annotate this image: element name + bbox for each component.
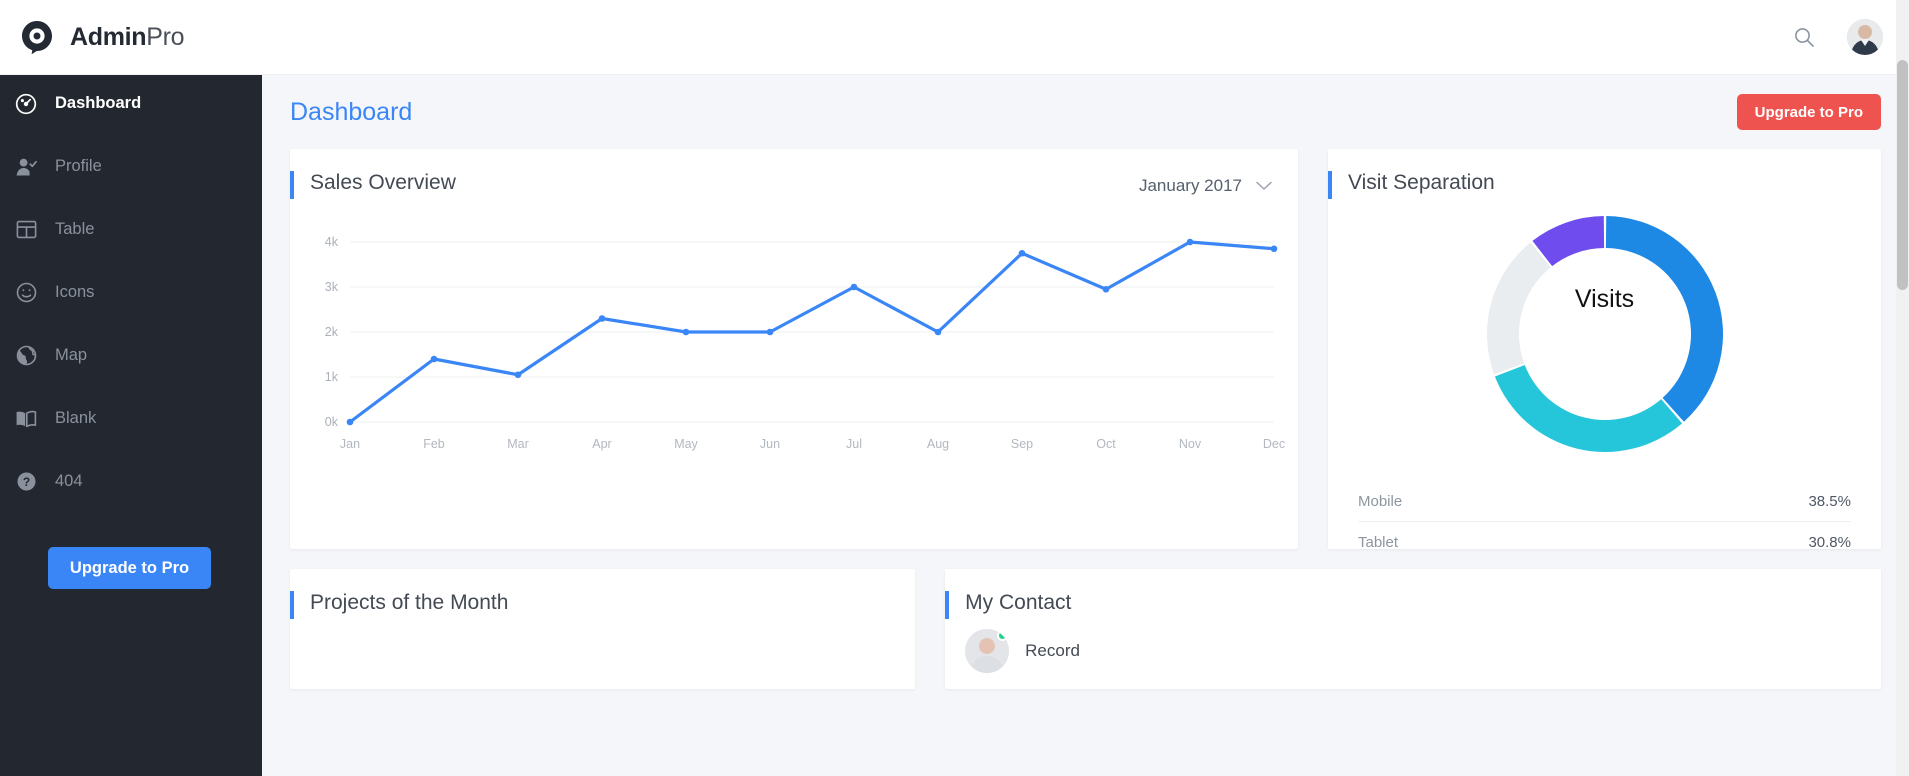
visit-separation-card: Visit Separation Visits Mobile 38.5% Tab… bbox=[1328, 149, 1881, 551]
sidebar-item-profile[interactable]: Profile bbox=[0, 147, 262, 186]
svg-text:Mar: Mar bbox=[507, 437, 529, 451]
globe-icon bbox=[14, 344, 38, 368]
svg-text:0k: 0k bbox=[325, 415, 339, 429]
upgrade-to-pro-button[interactable]: Upgrade to Pro bbox=[1736, 94, 1881, 130]
user-check-icon bbox=[14, 155, 38, 179]
svg-text:Nov: Nov bbox=[1179, 437, 1202, 451]
sidebar-item-label: 404 bbox=[55, 472, 83, 490]
sidebar-item-404[interactable]: ? 404 bbox=[0, 462, 262, 501]
top-navbar: AdminPro bbox=[0, 0, 1909, 75]
svg-text:2k: 2k bbox=[325, 325, 339, 339]
user-avatar[interactable] bbox=[1847, 19, 1883, 55]
smiley-face-icon bbox=[14, 281, 38, 305]
svg-text:Jan: Jan bbox=[340, 437, 360, 451]
svg-text:1k: 1k bbox=[325, 370, 339, 384]
open-book-icon bbox=[14, 407, 38, 431]
dashboard-row-2: Projects of the Month My Contact Record bbox=[262, 569, 1909, 689]
svg-text:Dec: Dec bbox=[1263, 437, 1285, 451]
sidebar-item-table[interactable]: Table bbox=[0, 210, 262, 249]
svg-text:3k: 3k bbox=[325, 280, 339, 294]
page-header: Dashboard Upgrade to Pro bbox=[262, 75, 1909, 149]
svg-text:?: ? bbox=[22, 475, 29, 489]
sales-overview-title: Sales Overview bbox=[290, 149, 456, 199]
card-title-text: My Contact bbox=[965, 591, 1072, 614]
page-title: Dashboard bbox=[290, 97, 413, 126]
svg-text:4k: 4k bbox=[325, 235, 339, 249]
sidebar-item-icons[interactable]: Icons bbox=[0, 273, 262, 312]
donut-center-label: Visits bbox=[1574, 285, 1635, 313]
online-status-dot bbox=[997, 630, 1009, 641]
projects-of-month-card: Projects of the Month bbox=[290, 569, 916, 689]
question-circle-icon: ? bbox=[14, 470, 38, 494]
app-root: AdminPro Dashboard Profile Table Icons M… bbox=[0, 0, 1909, 776]
visit-stat-label: Tablet bbox=[1358, 534, 1399, 551]
card-title-text: Projects of the Month bbox=[310, 591, 509, 614]
donut-segment[interactable] bbox=[1605, 216, 1723, 422]
svg-text:Jul: Jul bbox=[846, 437, 862, 451]
dashboard-row-1: Sales Overview January 2017 0k 1k 2k 3k 4k Ja… bbox=[262, 149, 1909, 551]
sidebar-item-map[interactable]: Map bbox=[0, 336, 262, 375]
sidebar-item-label: Table bbox=[55, 220, 95, 238]
contact-avatar bbox=[965, 629, 1010, 673]
brand-logo-area[interactable]: AdminPro bbox=[0, 18, 262, 56]
sales-card-header: Sales Overview January 2017 bbox=[290, 149, 1298, 199]
card-title-text: Visit Separation bbox=[1348, 171, 1495, 194]
brand-title: AdminPro bbox=[70, 22, 185, 52]
visit-separation-title: Visit Separation bbox=[1328, 149, 1495, 199]
contact-list-item[interactable]: Record bbox=[945, 615, 1881, 673]
visit-stat-row: Tablet 30.8% bbox=[1358, 522, 1851, 563]
svg-text:Sep: Sep bbox=[1011, 437, 1033, 451]
search-icon[interactable] bbox=[1789, 22, 1819, 52]
table-grid-icon bbox=[14, 218, 38, 242]
brand-name-bold: Admin bbox=[70, 22, 147, 51]
chevron-down-icon bbox=[1256, 176, 1272, 196]
sidebar-item-label: Map bbox=[55, 346, 88, 364]
svg-text:May: May bbox=[674, 437, 698, 451]
sidebar-item-label: Dashboard bbox=[55, 94, 142, 112]
svg-text:Feb: Feb bbox=[423, 437, 445, 451]
brand-name-light: Pro bbox=[146, 22, 185, 51]
accent-bar bbox=[290, 171, 294, 199]
scrollbar-thumb[interactable] bbox=[1897, 60, 1908, 290]
visit-stat-value: 30.8% bbox=[1808, 534, 1851, 551]
sidebar-item-blank[interactable]: Blank bbox=[0, 399, 262, 438]
visit-stat-row: Mobile 38.5% bbox=[1358, 481, 1851, 522]
sidebar-item-label: Icons bbox=[55, 283, 95, 301]
visit-donut-chart bbox=[1486, 216, 1723, 452]
topbar-actions bbox=[1789, 19, 1909, 55]
visit-stats-list: Mobile 38.5% Tablet 30.8% bbox=[1328, 481, 1881, 563]
svg-text:Jun: Jun bbox=[760, 437, 780, 451]
svg-text:Oct: Oct bbox=[1096, 437, 1116, 451]
donut-segment[interactable] bbox=[1494, 364, 1682, 452]
contact-name: Record bbox=[1025, 641, 1080, 660]
sales-line-chart: 0k 1k 2k 3k 4k Jan Feb Mar Apr May Jun Jul Aug Sep Oct… bbox=[325, 235, 1285, 451]
sidebar-upgrade-button[interactable]: Upgrade to Pro bbox=[48, 547, 211, 589]
svg-text:Apr: Apr bbox=[592, 437, 611, 451]
visit-stat-value: 38.5% bbox=[1808, 492, 1851, 510]
sidebar-item-dashboard[interactable]: Dashboard bbox=[0, 84, 262, 123]
page-scrollbar[interactable] bbox=[1896, 0, 1909, 776]
month-dropdown[interactable]: January 2017 bbox=[1139, 176, 1272, 196]
visit-stat-label: Mobile bbox=[1358, 492, 1403, 510]
speedometer-icon bbox=[14, 92, 38, 116]
sidebar-item-label: Profile bbox=[55, 157, 102, 175]
sidebar-item-label: Blank bbox=[55, 409, 97, 427]
my-contact-card: My Contact Record bbox=[945, 569, 1881, 689]
sales-overview-card: Sales Overview January 2017 0k 1k 2k 3k 4k Ja… bbox=[290, 149, 1298, 549]
location-pin-logo-icon bbox=[18, 18, 56, 56]
projects-card-title: Projects of the Month bbox=[290, 569, 509, 619]
accent-bar bbox=[945, 591, 950, 619]
main-content: Dashboard Upgrade to Pro Sales Overview … bbox=[262, 75, 1909, 776]
donut-chart-wrap bbox=[1328, 195, 1881, 459]
month-value: January 2017 bbox=[1138, 176, 1242, 195]
my-contact-title: My Contact bbox=[945, 569, 1072, 619]
accent-bar bbox=[1328, 171, 1332, 199]
svg-text:Aug: Aug bbox=[927, 437, 949, 451]
sidebar: Dashboard Profile Table Icons Map Blank … bbox=[0, 62, 262, 776]
accent-bar bbox=[290, 591, 294, 619]
card-title-text: Sales Overview bbox=[310, 171, 456, 194]
